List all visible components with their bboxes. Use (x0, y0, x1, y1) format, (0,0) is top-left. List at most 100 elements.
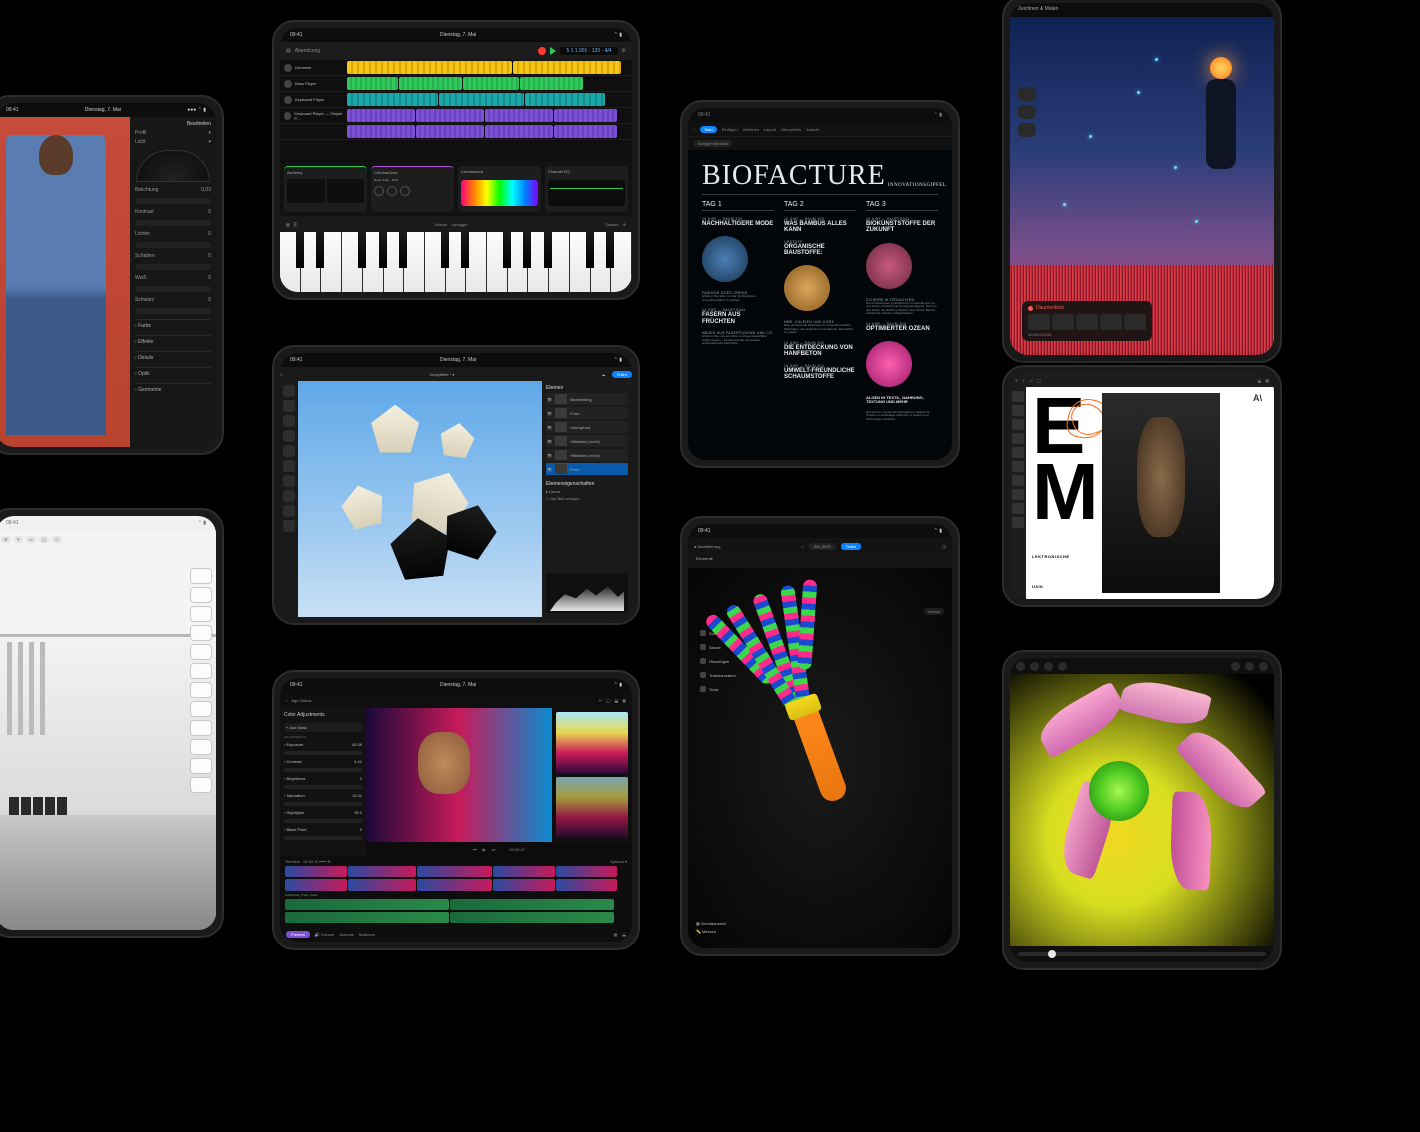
tool-icon[interactable]: ✂ (599, 698, 602, 703)
3d-viewport[interactable] (0, 548, 216, 930)
mixer-panel[interactable]: Alchemy (284, 166, 367, 212)
tool-palette[interactable] (280, 381, 298, 617)
track-header[interactable]: Drummer (280, 64, 346, 72)
tool-dock[interactable] (1018, 87, 1036, 137)
library-icon[interactable]: ▤ (286, 48, 291, 54)
slider[interactable] (284, 751, 362, 755)
scrubber[interactable] (1010, 946, 1274, 962)
slider[interactable] (284, 819, 362, 823)
slider[interactable] (284, 785, 362, 789)
history-button[interactable]: Verlauf (924, 608, 944, 615)
slider[interactable] (284, 768, 362, 772)
transform-item[interactable]: Transformation (696, 670, 746, 680)
timeline[interactable]: Timeline 01:00 ⊖ ━━━ ⊕Options ▾ AgaOrlov… (280, 856, 632, 926)
piano-keyboard[interactable] (280, 232, 632, 292)
tool-strip[interactable] (1010, 387, 1026, 599)
slider-blacks[interactable] (135, 308, 211, 314)
tool-icon[interactable]: ▦ (622, 698, 626, 703)
measure-button[interactable]: 📏 Messen (696, 929, 726, 934)
share-button[interactable]: Teilen (841, 543, 861, 550)
tool-button[interactable]: ⬡ (52, 536, 62, 543)
menu-view[interactable]: Ansicht (806, 127, 819, 132)
next-icon[interactable]: ⏭ (492, 847, 496, 852)
slider-contrast[interactable] (135, 220, 211, 226)
tool-icon[interactable] (1030, 662, 1039, 671)
doc-title[interactable]: Zersplittert * ▾ (288, 372, 595, 377)
arpeggio-button[interactable]: Arpeggio (451, 222, 467, 227)
project-name[interactable]: Abendsong (295, 48, 320, 54)
flipbook-panel[interactable]: Daumenkino 00:00:03,019 (1022, 301, 1152, 341)
image-canvas[interactable] (298, 381, 542, 617)
tool-icon[interactable]: ✎ (1015, 378, 1018, 383)
tool-icon[interactable] (1058, 662, 1067, 671)
accordion-details[interactable]: › Details (135, 351, 211, 364)
tool-button[interactable]: ◯ (39, 536, 49, 543)
poster-canvas[interactable]: BIOFACTUREINNOVATIONSGIPFEL TAG 1 10 UHR… (688, 150, 952, 460)
video-preview[interactable] (366, 708, 552, 842)
scopes-panel[interactable] (552, 708, 632, 842)
photo-canvas[interactable] (0, 117, 130, 447)
back-icon[interactable]: ‹ (694, 127, 695, 132)
mixer-panel[interactable]: Channel EQ (545, 166, 628, 212)
add-media-button[interactable]: Anlegen Medium (694, 140, 732, 147)
accordion-farbe[interactable]: › Farbe (135, 319, 211, 332)
tool-icon[interactable]: ⬓ (622, 932, 626, 937)
menu-zeichnen[interactable]: Zeichnen (743, 127, 759, 132)
mixer-panel[interactable]: ChromaGlowNoise TubeBCC (371, 166, 454, 212)
menu-einfuegen[interactable]: Einfügen (722, 127, 738, 132)
lcd-display[interactable]: 5 1 1 001 · 120 · 4/4 (560, 47, 617, 55)
slider-exposure[interactable] (135, 198, 211, 204)
home-icon[interactable]: ⌂ (802, 544, 804, 549)
slider-whites[interactable] (135, 286, 211, 292)
mixer-panel[interactable]: Chromaverb (458, 166, 541, 212)
layer-item[interactable]: 👁Untergrund (546, 421, 628, 433)
drawing-canvas[interactable]: Daumenkino 00:00:03,019 (1010, 17, 1274, 355)
cube-icon[interactable]: ◫ (942, 544, 946, 549)
animate-button[interactable]: Animate (339, 932, 354, 937)
layer-item[interactable]: 👁Hilfslinien (recht) (546, 435, 628, 447)
accordion-optik[interactable]: › Optik (135, 367, 211, 380)
histogram[interactable] (546, 573, 628, 613)
photo-canvas[interactable] (1010, 674, 1274, 946)
sustain-button[interactable]: Sustain (605, 222, 618, 227)
tool-icon[interactable] (1044, 662, 1053, 671)
tool-icon[interactable] (1231, 662, 1240, 671)
tool-button[interactable]: ✎ (14, 536, 23, 543)
back-icon[interactable]: ‹ (286, 698, 287, 703)
menu-review[interactable]: Überprüfen (781, 127, 801, 132)
multicam-button[interactable]: Multicam (359, 932, 375, 937)
layer-item[interactable]: 👁Bearbeitung (546, 393, 628, 405)
tool-icon[interactable] (1259, 662, 1268, 671)
doc-name[interactable]: BH_0003 (809, 543, 836, 550)
slider[interactable] (284, 836, 362, 840)
play-button[interactable] (550, 47, 556, 55)
accordion-geometrie[interactable]: › Geometrie (135, 383, 211, 396)
gear-icon[interactable]: ⚙ (622, 48, 626, 54)
edit-button[interactable]: Bearbeiten (135, 121, 211, 127)
layer-item[interactable]: 👁Form (546, 407, 628, 419)
track-header[interactable]: Bass Player (280, 80, 346, 88)
menu-layout[interactable]: Layout (764, 127, 776, 132)
share-button[interactable]: Teilen (612, 371, 632, 378)
track-header[interactable]: Keyboard Player — Simple P… (280, 111, 346, 121)
chord-button[interactable]: Akkord (435, 222, 447, 227)
3d-viewport[interactable]: Verlauf Suchen Skizze Hinzufügen Transfo… (688, 568, 952, 948)
tool-icon[interactable]: ▦ (1265, 378, 1269, 383)
accordion-effekte[interactable]: › Effekte (135, 335, 211, 348)
record-button[interactable] (538, 47, 546, 55)
tool-dock[interactable] (190, 568, 212, 793)
tool-icon[interactable]: ◯ (606, 698, 610, 703)
slider-highlights[interactable] (135, 242, 211, 248)
layer-item[interactable]: 👁Form (546, 463, 628, 475)
prev-icon[interactable]: ⏮ (473, 847, 477, 852)
menu-start[interactable]: Start (700, 126, 716, 133)
volume-button[interactable]: 🔊 Volume (315, 932, 334, 937)
layer-item[interactable]: 👁Hilfslinien (recht) (546, 449, 628, 461)
tool-icon[interactable]: ▦ (613, 932, 617, 937)
tools-item[interactable]: Tools (696, 684, 746, 694)
tool-icon[interactable] (1016, 662, 1025, 671)
tool-icon[interactable] (1245, 662, 1254, 671)
exposure-dial[interactable] (136, 150, 210, 182)
add-mask-button[interactable]: + Add Mask (284, 723, 362, 732)
section-view-button[interactable]: ▦ Schnittansicht (696, 921, 726, 926)
